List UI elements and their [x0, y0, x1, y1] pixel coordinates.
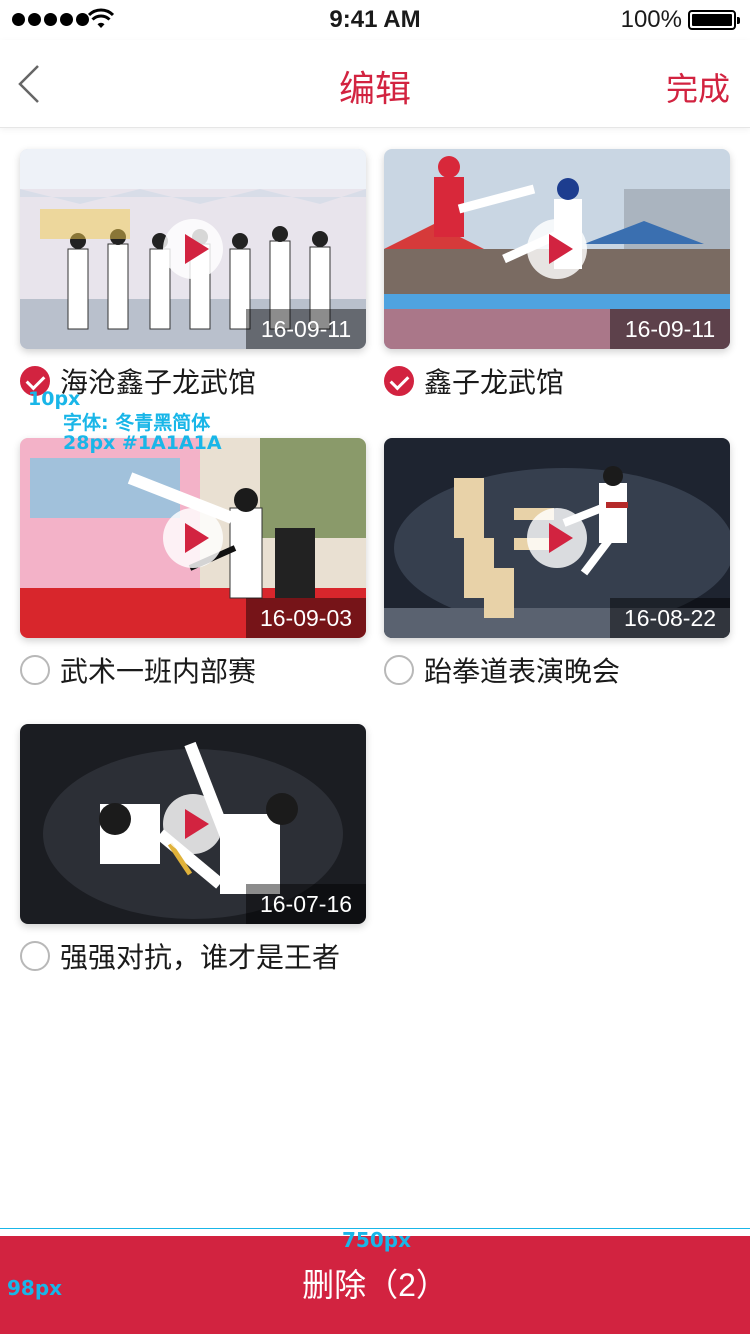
unchecked-icon[interactable] [20, 941, 50, 971]
video-date: 16-09-11 [246, 309, 366, 349]
nav-bar: 编辑 完成 [0, 40, 750, 128]
video-card: 16-09-11 海沧鑫子龙武馆 [20, 149, 366, 398]
video-title: 跆拳道表演晚会 [424, 656, 621, 687]
video-select-row[interactable]: 强强对抗，谁才是王者 [20, 936, 340, 976]
video-title: 强强对抗，谁才是王者 [60, 942, 341, 973]
play-icon [527, 219, 587, 279]
done-button[interactable]: 完成 [666, 64, 730, 110]
video-card: 16-07-16 强强对抗，谁才是王者 [20, 724, 366, 973]
video-thumbnail[interactable]: 16-09-11 [384, 149, 730, 349]
video-card: 16-09-03 武术一班内部赛 [20, 438, 366, 687]
unchecked-icon[interactable] [20, 655, 50, 685]
play-icon [163, 219, 223, 279]
video-select-row[interactable]: 武术一班内部赛 [20, 650, 256, 690]
video-thumbnail[interactable]: 16-09-03 [20, 438, 366, 638]
font-size-annotation: 28px #1A1A1A [63, 432, 222, 454]
battery-icon [688, 10, 740, 30]
height-annotation: 98px [7, 1276, 63, 1300]
unchecked-icon[interactable] [384, 655, 414, 685]
video-title: 海沧鑫子龙武馆 [60, 367, 257, 398]
width-annotation: 750px [342, 1228, 411, 1252]
video-thumbnail[interactable]: 16-09-11 [20, 149, 366, 349]
video-date: 16-07-16 [246, 884, 366, 924]
video-title: 鑫子龙武馆 [424, 367, 565, 398]
video-date: 16-09-11 [610, 309, 730, 349]
checked-icon[interactable] [384, 366, 414, 396]
video-date: 16-08-22 [610, 598, 730, 638]
play-icon [527, 508, 587, 568]
page-title: 编辑 [338, 68, 411, 109]
video-title: 武术一班内部赛 [60, 656, 257, 687]
video-date: 16-09-03 [246, 598, 366, 638]
play-icon [163, 794, 223, 854]
video-card: 16-08-22 跆拳道表演晚会 [384, 438, 730, 687]
battery-percent: 100% [620, 6, 682, 33]
video-thumbnail[interactable]: 16-07-16 [20, 724, 366, 924]
video-select-row[interactable]: 跆拳道表演晚会 [384, 650, 620, 690]
video-select-row[interactable]: 鑫子龙武馆 [384, 361, 564, 401]
spacing-annotation: 10px [28, 388, 81, 410]
video-thumbnail[interactable]: 16-08-22 [384, 438, 730, 638]
status-bar: 9:41 AM 100% [0, 0, 750, 40]
font-annotation: 字体: 冬青黑简体 [63, 412, 211, 434]
play-icon [163, 508, 223, 568]
video-card: 16-09-11 鑫子龙武馆 [384, 149, 730, 398]
